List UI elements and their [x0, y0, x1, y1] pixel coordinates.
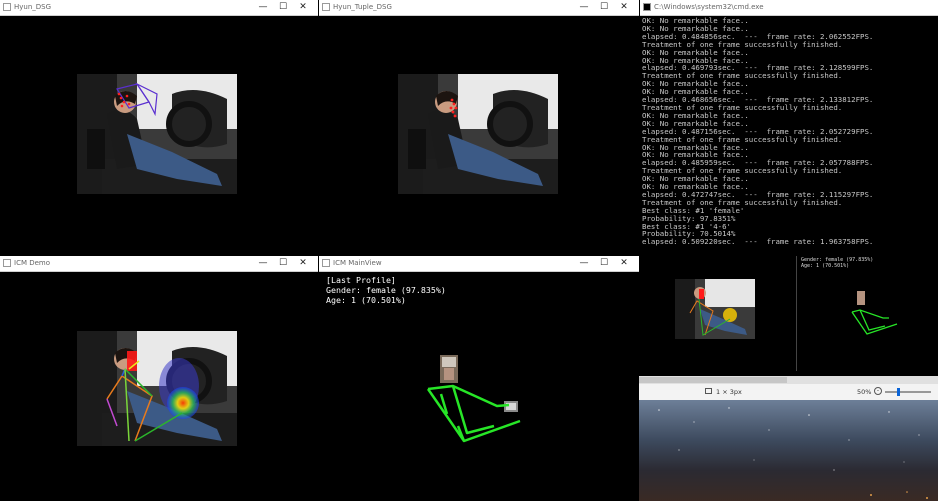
- window-hyun-tuple-dsg: Hyun_Tuple_DSG — ☐ ✕: [319, 0, 639, 256]
- minimize-icon[interactable]: —: [253, 256, 273, 271]
- window-title: Hyun_DSG: [14, 3, 52, 11]
- close-icon[interactable]: ✕: [614, 0, 634, 15]
- image-dimensions: 1 × 3px: [716, 388, 742, 396]
- window-title: ICM Demo: [14, 259, 51, 267]
- preview-skeleton: [851, 291, 898, 335]
- face-landmarks: [449, 98, 458, 118]
- zoom-slider-handle[interactable]: [897, 388, 900, 396]
- console-output[interactable]: OK: No remarkable face.. OK: No remarkabl…: [640, 16, 938, 256]
- face-detection-overlay: [116, 82, 158, 117]
- console-line: elapsed: 0.509220sec. --- frame rate: 1.…: [642, 237, 874, 247]
- window-title: C:\Windows\system32\cmd.exe: [654, 3, 764, 11]
- driver-camera-frame: [77, 74, 237, 194]
- window-icm-mainview: ICM MainView — ☐ ✕ [Last Profile] Gender…: [319, 256, 639, 501]
- titlebar[interactable]: ICM Demo — ☐ ✕: [0, 256, 318, 272]
- window-console: C:\Windows\system32\cmd.exe OK: No remar…: [640, 0, 938, 256]
- close-icon[interactable]: ✕: [293, 256, 313, 271]
- maximize-icon[interactable]: ☐: [273, 256, 293, 271]
- driver-camera-frame: [77, 331, 237, 446]
- window-icm-demo: ICM Demo — ☐ ✕: [0, 256, 318, 501]
- driver-camera-frame: [398, 74, 558, 194]
- preview-left: [639, 256, 797, 371]
- maximize-icon[interactable]: ☐: [273, 0, 293, 15]
- zoom-level: 50%: [857, 388, 872, 396]
- face-box-side: [135, 82, 158, 117]
- night-sky-image: [639, 400, 938, 501]
- titlebar[interactable]: Hyun_DSG — ☐ ✕: [0, 0, 318, 16]
- titlebar[interactable]: C:\Windows\system32\cmd.exe: [640, 0, 938, 16]
- scrollbar-thumb[interactable]: [639, 377, 787, 383]
- pose-heatmap-overlay: [106, 351, 199, 442]
- viewer-scrollbar[interactable]: [639, 376, 938, 384]
- preview-photo: [675, 279, 755, 339]
- star-field: [658, 407, 928, 499]
- dimensions-icon: [705, 388, 712, 394]
- window-hyun-dsg: Hyun_DSG — ☐ ✕: [0, 0, 318, 256]
- window-title: Hyun_Tuple_DSG: [333, 3, 392, 11]
- close-icon[interactable]: ✕: [293, 0, 313, 15]
- minimize-icon[interactable]: —: [574, 0, 594, 15]
- maximize-icon[interactable]: ☐: [594, 0, 614, 15]
- app-icon: [322, 3, 330, 11]
- viewer-statusbar: 1 × 3px 50% -: [639, 384, 938, 400]
- face-mask: [127, 351, 137, 371]
- zoom-out-icon[interactable]: -: [874, 387, 882, 395]
- face-landmark-overlay: [449, 98, 458, 118]
- preview-right: Gender: female (97.835%) Age: 1 (70.501%…: [797, 256, 938, 371]
- pose-skeleton: [426, 384, 521, 443]
- preview-panel: Gender: female (97.835%) Age: 1 (70.501%…: [639, 256, 938, 376]
- skeleton-view: [426, 355, 521, 443]
- heatmap-hotspot: [167, 387, 199, 419]
- console-icon: [643, 3, 651, 11]
- titlebar[interactable]: Hyun_Tuple_DSG — ☐ ✕: [319, 0, 639, 16]
- image-viewer: 1 × 3px 50% -: [639, 376, 938, 501]
- app-icon: [3, 3, 11, 11]
- zoom-slider[interactable]: [885, 388, 931, 396]
- app-icon: [3, 259, 11, 267]
- minimize-icon[interactable]: —: [253, 0, 273, 15]
